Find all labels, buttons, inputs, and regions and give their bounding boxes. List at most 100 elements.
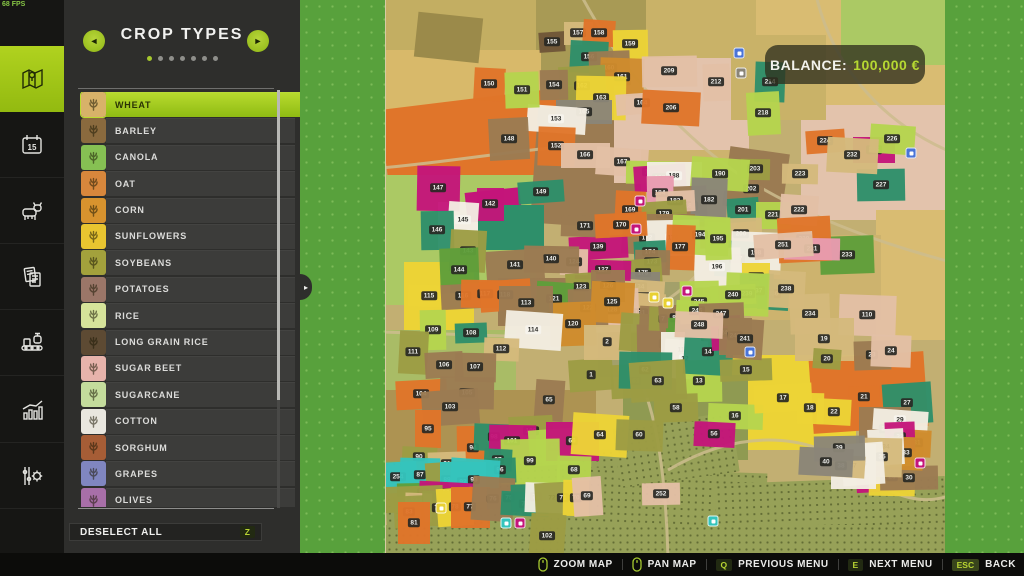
field-number-147[interactable]: 147: [430, 183, 446, 192]
field-number-106[interactable]: 106: [436, 360, 452, 369]
map-poi-icon[interactable]: [736, 68, 747, 79]
field-number-103[interactable]: 103: [442, 402, 458, 411]
field-number-30[interactable]: 30: [903, 473, 915, 482]
field-number-69[interactable]: 69: [581, 491, 593, 500]
sidebar-item-animals[interactable]: [0, 178, 64, 244]
field-number-63[interactable]: 63: [652, 376, 664, 385]
field-number-19[interactable]: 19: [818, 334, 830, 343]
map-poi-icon[interactable]: [501, 518, 512, 529]
crop-row-sugarcane[interactable]: SUGARCANE: [64, 382, 300, 407]
hotbar-item-zoom-map[interactable]: ZOOM MAP: [538, 557, 613, 572]
field-number-16[interactable]: 16: [729, 411, 741, 420]
field-number-155[interactable]: 155: [544, 37, 560, 46]
map-poi-icon[interactable]: [663, 298, 674, 309]
field-number-87[interactable]: 87: [414, 470, 426, 479]
field-number-112[interactable]: 112: [493, 344, 509, 353]
field-number-223[interactable]: 223: [792, 169, 808, 178]
field-number-56[interactable]: 56: [708, 429, 720, 438]
field-number-24[interactable]: 24: [885, 346, 897, 355]
field-number-58[interactable]: 58: [670, 403, 682, 412]
field-number-15[interactable]: 15: [740, 365, 752, 374]
field-number-233[interactable]: 233: [839, 250, 855, 259]
crop-row-corn[interactable]: CORN: [64, 198, 300, 223]
field-number-68[interactable]: 68: [568, 465, 580, 474]
field-number-139[interactable]: 139: [590, 242, 606, 251]
field-number-150[interactable]: 150: [481, 79, 497, 88]
field-number-64[interactable]: 64: [594, 430, 606, 439]
field-number-158[interactable]: 158: [591, 28, 607, 37]
field-number-111[interactable]: 111: [405, 347, 420, 356]
field-number-248[interactable]: 248: [691, 320, 707, 329]
field-number-99[interactable]: 99: [524, 456, 536, 465]
crop-row-oat[interactable]: OAT: [64, 171, 300, 196]
field-number-171[interactable]: 171: [577, 221, 593, 230]
field-number-166[interactable]: 166: [577, 150, 593, 159]
field-number-149[interactable]: 149: [533, 187, 549, 196]
hotbar-item-pan-map[interactable]: PAN MAP: [632, 557, 697, 572]
field-number-1[interactable]: 1: [587, 370, 596, 379]
field-number-20[interactable]: 20: [821, 354, 833, 363]
field-number-125[interactable]: 125: [604, 297, 620, 306]
map-poi-icon[interactable]: [635, 196, 646, 207]
field-number-251[interactable]: 251: [775, 240, 791, 249]
field-number-22[interactable]: 22: [828, 407, 840, 416]
field-number-95[interactable]: 95: [422, 424, 434, 433]
field-number-196[interactable]: 196: [709, 262, 725, 271]
crop-row-canola[interactable]: CANOLA: [64, 145, 300, 170]
field-number-182[interactable]: 182: [701, 195, 717, 204]
crop-row-cotton[interactable]: COTTON: [64, 409, 300, 434]
field-number-120[interactable]: 120: [565, 319, 581, 328]
field-number-227[interactable]: 227: [873, 180, 889, 189]
field-number-238[interactable]: 238: [778, 284, 794, 293]
field-number-102[interactable]: 102: [539, 531, 555, 540]
field-number-142[interactable]: 142: [482, 199, 498, 208]
field-number-159[interactable]: 159: [622, 39, 638, 48]
field-number-206[interactable]: 206: [663, 103, 679, 112]
scrollbar-thumb[interactable]: [277, 90, 280, 400]
field-number-148[interactable]: 148: [501, 134, 517, 143]
sidebar-item-production[interactable]: [0, 310, 64, 376]
field-number-170[interactable]: 170: [613, 220, 629, 229]
map-poi-icon[interactable]: [734, 48, 745, 59]
hotbar-item-back[interactable]: ESCBACK: [952, 559, 1016, 571]
crop-row-grapes[interactable]: GRAPES: [64, 461, 300, 486]
hotbar-item-previous-menu[interactable]: QPREVIOUS MENU: [716, 559, 829, 571]
crop-row-wheat[interactable]: WHEAT: [64, 92, 300, 117]
field-number-65[interactable]: 65: [543, 395, 555, 404]
field-number-226[interactable]: 226: [884, 134, 900, 143]
field-number-113[interactable]: 113: [518, 298, 534, 307]
field-number-144[interactable]: 144: [451, 265, 467, 274]
field-number-140[interactable]: 140: [543, 254, 559, 263]
field-number-195[interactable]: 195: [710, 234, 726, 243]
crop-row-sugar-beet[interactable]: SUGAR BEET: [64, 356, 300, 381]
map-poi-icon[interactable]: [708, 516, 719, 527]
map-poi-icon[interactable]: [436, 503, 447, 514]
crop-row-long-grain-rice[interactable]: LONG GRAIN RICE: [64, 330, 300, 355]
field-number-222[interactable]: 222: [791, 205, 807, 214]
field-number-209[interactable]: 209: [661, 66, 677, 75]
field-number-241[interactable]: 241: [737, 334, 753, 343]
field-number-60[interactable]: 60: [633, 430, 645, 439]
field-number-146[interactable]: 146: [429, 225, 445, 234]
field-number-153[interactable]: 153: [548, 114, 564, 123]
field-number-212[interactable]: 212: [708, 77, 724, 86]
field-number-177[interactable]: 177: [672, 242, 688, 251]
crop-row-soybeans[interactable]: SOYBEANS: [64, 250, 300, 275]
field-number-110[interactable]: 110: [859, 310, 875, 319]
map-poi-icon[interactable]: [915, 458, 926, 469]
field-number-17[interactable]: 17: [777, 393, 789, 402]
map-poi-icon[interactable]: [631, 224, 642, 235]
sidebar-item-map[interactable]: [0, 46, 64, 112]
field-number-141[interactable]: 141: [507, 260, 523, 269]
field-number-108[interactable]: 108: [463, 328, 479, 337]
field-number-18[interactable]: 18: [804, 403, 816, 412]
hotbar-item-next-menu[interactable]: ENEXT MENU: [848, 559, 933, 571]
field-number-115[interactable]: 115: [421, 291, 437, 300]
sidebar-item-settings[interactable]: [0, 443, 64, 509]
field-number-151[interactable]: 151: [514, 85, 530, 94]
field-number-154[interactable]: 154: [546, 80, 562, 89]
field-number-81[interactable]: 81: [408, 518, 420, 527]
map-poi-icon[interactable]: [682, 286, 693, 297]
crop-row-rice[interactable]: RICE: [64, 303, 300, 328]
map-poi-icon[interactable]: [649, 292, 660, 303]
